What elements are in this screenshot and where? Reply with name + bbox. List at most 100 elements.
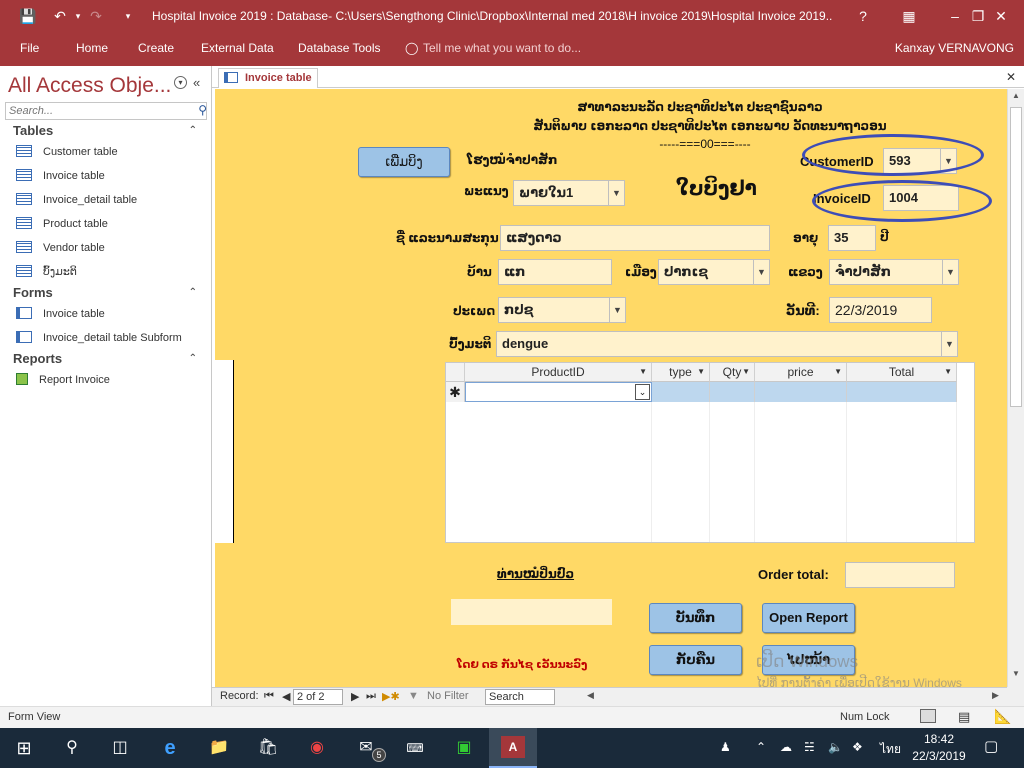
wifi-icon[interactable]: ☵ — [804, 740, 815, 754]
chrome-icon[interactable]: ◉ — [303, 734, 331, 762]
nav-pane-title[interactable]: All Access Obje... — [8, 74, 171, 98]
clock-time[interactable]: 18:42 — [912, 732, 966, 746]
input-language[interactable]: ไทย — [880, 740, 901, 759]
tab-database-tools[interactable]: Database Tools — [298, 41, 381, 55]
shutter-bar-close-icon[interactable]: « — [193, 75, 200, 90]
scroll-up-icon[interactable]: ▲ — [1010, 91, 1022, 105]
collapse-icon[interactable]: ⌃ — [189, 283, 197, 303]
chevron-down-icon[interactable]: ▼ — [942, 260, 958, 284]
patient-name-field[interactable]: ແສງດາວ — [500, 225, 770, 251]
tab-file[interactable]: File — [20, 41, 39, 55]
new-price-cell[interactable] — [755, 382, 847, 402]
new-qty-cell[interactable] — [710, 382, 755, 402]
nav-item-invoice-detail-subform[interactable]: Invoice_detail table Subform — [16, 328, 182, 348]
customize-qat-icon[interactable]: ▾ — [118, 6, 138, 26]
nav-item-invoice-form[interactable]: Invoice table — [16, 304, 105, 324]
user-name[interactable]: Kanxay VERNAVONG — [895, 41, 1014, 55]
nav-item-customer-table[interactable]: Customer table — [16, 142, 118, 162]
patient-type-combo[interactable]: ກປຊ — [498, 297, 626, 323]
undo-dropdown-icon[interactable]: ▾ — [68, 6, 88, 26]
save-button[interactable]: ບັນທຶກ — [649, 603, 742, 633]
nav-item-product-table[interactable]: Product table — [16, 214, 108, 234]
village-field[interactable]: ແກ — [498, 259, 612, 285]
collapse-icon[interactable]: ⌃ — [189, 121, 197, 141]
previous-record-icon[interactable]: ◀ — [282, 690, 290, 703]
form-vertical-scrollbar[interactable]: ▲ ▼ — [1007, 89, 1024, 687]
app-green-icon[interactable]: ▣ — [450, 734, 478, 762]
tab-external-data[interactable]: External Data — [201, 41, 274, 55]
ribbon-display-icon[interactable]: ▦ — [886, 0, 932, 32]
new-total-cell[interactable] — [847, 382, 957, 402]
nav-item-diagnosis-table[interactable]: ບົ້ງມະຕິ — [16, 262, 77, 282]
undo-button[interactable]: ກັບຄືນ — [649, 645, 742, 675]
search-icon[interactable]: ⚲ — [58, 734, 86, 762]
new-record-nav-icon[interactable]: ▶✱ — [382, 690, 400, 703]
nav-group-reports[interactable]: Reports ⌃ — [0, 349, 211, 369]
store-icon[interactable]: 🛍 — [254, 734, 282, 762]
close-window-icon[interactable]: ✕ — [978, 0, 1024, 32]
nav-group-tables[interactable]: Tables ⌃ — [0, 121, 211, 141]
diagnosis-combo[interactable]: dengue — [496, 331, 958, 357]
nav-item-vendor-table[interactable]: Vendor table — [16, 238, 105, 258]
nav-item-invoice-detail-table[interactable]: Invoice_detail table — [16, 190, 137, 210]
open-report-button[interactable]: Open Report — [762, 603, 855, 633]
search-icon[interactable]: ⚲ — [198, 103, 207, 117]
scroll-right-icon[interactable]: ▶ — [992, 690, 999, 701]
nav-item-report-invoice[interactable]: Report Invoice — [16, 370, 110, 390]
dropbox-icon[interactable]: ❖ — [852, 740, 863, 754]
file-explorer-icon[interactable]: 📁 — [205, 734, 233, 762]
last-record-icon[interactable]: ⏭ — [366, 690, 376, 703]
province-combo[interactable]: ຈຳປາສັກ — [829, 259, 959, 285]
close-document-icon[interactable]: ✕ — [1006, 70, 1016, 84]
datasheet-view-icon[interactable]: ▤ — [958, 709, 970, 725]
volume-icon[interactable]: 🔈 — [828, 740, 843, 754]
age-field[interactable]: 35 — [828, 225, 876, 251]
record-selector-header[interactable] — [446, 363, 465, 382]
column-header-price[interactable]: price ▼ — [755, 363, 847, 382]
chevron-down-icon[interactable]: ▼ — [753, 260, 769, 284]
chevron-down-icon[interactable]: ▼ — [609, 298, 625, 322]
column-header-total[interactable]: Total ▼ — [847, 363, 957, 382]
nav-search-input[interactable] — [5, 102, 207, 120]
undo-icon[interactable]: ↶ — [50, 6, 70, 26]
current-record-field[interactable]: 2 of 2 — [293, 689, 343, 705]
new-productid-cell[interactable] — [465, 382, 652, 402]
column-header-type[interactable]: type ▼ — [652, 363, 710, 382]
new-record-icon[interactable]: ✱ — [446, 382, 465, 402]
save-icon[interactable]: 💾 — [18, 6, 38, 26]
chevron-down-icon[interactable]: ⌄ — [635, 384, 650, 400]
sort-dropdown-icon[interactable]: ▼ — [944, 363, 952, 381]
scroll-down-icon[interactable]: ▼ — [1010, 669, 1022, 683]
tell-me-box[interactable]: Tell me what you want to do... — [423, 41, 581, 55]
invoice-detail-subform[interactable]: ProductID ▼ type ▼ Qty ▼ price ▼ Total ▼ ✱ ⌄ — [445, 362, 975, 543]
nav-item-invoice-table[interactable]: Invoice table — [16, 166, 105, 186]
help-button[interactable]: ? — [840, 0, 886, 32]
date-field[interactable]: 22/3/2019 — [829, 297, 932, 323]
clock-date[interactable]: 22/3/2019 — [908, 749, 970, 763]
column-header-productid[interactable]: ProductID ▼ — [465, 363, 652, 382]
access-taskbar-button[interactable]: A — [489, 728, 537, 768]
task-view-icon[interactable]: ◫ — [106, 734, 134, 762]
tab-home[interactable]: Home — [76, 41, 108, 55]
action-center-icon[interactable]: ▢ — [984, 737, 998, 755]
next-record-icon[interactable]: ▶ — [351, 690, 359, 703]
sort-dropdown-icon[interactable]: ▼ — [834, 363, 842, 381]
nav-menu-dropdown-icon[interactable]: ▾ — [174, 76, 187, 89]
onedrive-icon[interactable]: ☁ — [780, 740, 792, 754]
chevron-down-icon[interactable]: ▼ — [941, 332, 957, 356]
add-invoice-button[interactable]: ເພີ່ມບິງ — [358, 147, 450, 177]
form-view-icon[interactable] — [920, 709, 936, 723]
collapse-icon[interactable]: ⌃ — [189, 349, 197, 369]
sort-dropdown-icon[interactable]: ▼ — [697, 363, 705, 381]
record-search-input[interactable]: Search — [485, 689, 555, 705]
sort-dropdown-icon[interactable]: ▼ — [742, 363, 750, 381]
new-type-cell[interactable] — [652, 382, 710, 402]
nav-group-forms[interactable]: Forms ⌃ — [0, 283, 211, 303]
filter-status[interactable]: No Filter — [427, 690, 469, 702]
chevron-down-icon[interactable]: ▼ — [608, 181, 624, 205]
sort-dropdown-icon[interactable]: ▼ — [639, 363, 647, 381]
terminal-icon[interactable]: ⌨ — [401, 734, 429, 762]
tab-create[interactable]: Create — [138, 41, 174, 55]
first-record-icon[interactable]: ⏮ — [264, 690, 274, 703]
column-header-qty[interactable]: Qty ▼ — [710, 363, 755, 382]
